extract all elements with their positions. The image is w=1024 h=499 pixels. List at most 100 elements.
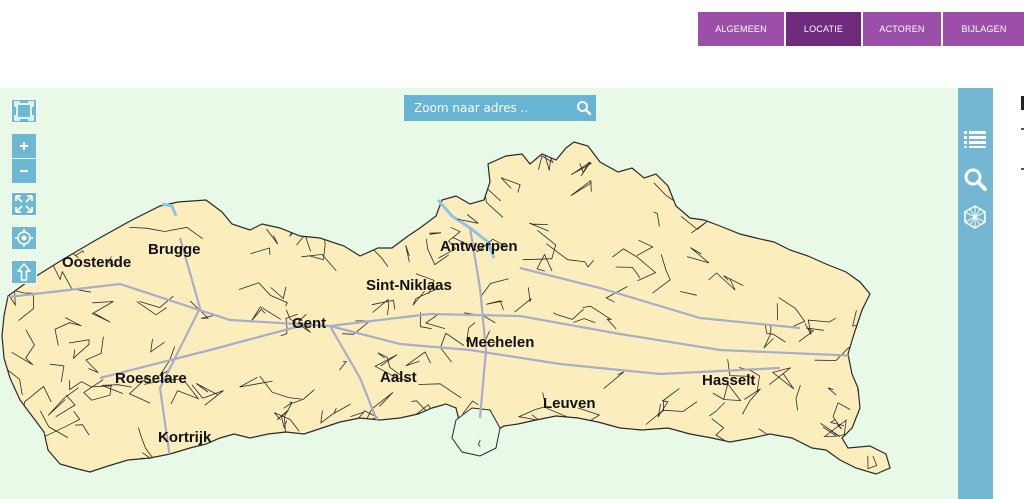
municipality-border bbox=[469, 167, 477, 188]
municipality-border bbox=[521, 461, 558, 474]
municipality-border bbox=[362, 161, 390, 180]
municipality-border bbox=[373, 168, 392, 191]
fullscreen-icon bbox=[14, 101, 34, 121]
city-label-kortrijk: Kortrijk bbox=[158, 429, 212, 446]
municipality-border bbox=[442, 187, 472, 197]
municipality-border bbox=[417, 160, 432, 177]
municipality-border bbox=[137, 142, 163, 149]
municipality-border bbox=[272, 142, 291, 146]
municipality-border bbox=[294, 164, 312, 180]
municipality-border bbox=[822, 142, 848, 153]
municipality-border bbox=[414, 179, 437, 189]
municipality-border bbox=[676, 199, 694, 206]
search-panel-icon[interactable] bbox=[962, 166, 988, 192]
municipality-border bbox=[738, 142, 760, 159]
municipality-border bbox=[512, 142, 532, 148]
municipality-border bbox=[628, 461, 662, 474]
municipality-border bbox=[803, 142, 816, 145]
search-icon[interactable] bbox=[576, 100, 592, 116]
municipality-border bbox=[368, 162, 395, 178]
municipality-border bbox=[627, 434, 656, 452]
municipality-border bbox=[285, 157, 289, 174]
municipality-border bbox=[128, 175, 148, 190]
north-arrow-button[interactable] bbox=[11, 260, 37, 284]
zoom-out-icon bbox=[20, 170, 28, 172]
municipality-border bbox=[385, 167, 406, 174]
city-label-sint-niklaas: Sint-Niklaas bbox=[366, 277, 452, 294]
tab-bijlagen[interactable]: BIJLAGEN bbox=[943, 12, 1024, 46]
top-bar: ALGEMEEN LOCATIE ACTOREN BIJLAGEN bbox=[0, 0, 1024, 88]
municipality-border bbox=[692, 182, 711, 190]
flanders-map[interactable] bbox=[0, 88, 958, 499]
municipality-border bbox=[43, 169, 75, 194]
address-search-input[interactable] bbox=[414, 101, 564, 115]
municipality-border bbox=[327, 215, 351, 231]
municipality-border bbox=[526, 142, 538, 150]
municipality-border bbox=[116, 162, 140, 179]
fullscreen-button[interactable] bbox=[11, 99, 37, 123]
tab-bar: ALGEMEEN LOCATIE ACTOREN BIJLAGEN bbox=[698, 12, 1024, 46]
municipality-border bbox=[154, 160, 178, 176]
address-search bbox=[404, 95, 596, 121]
municipality-border bbox=[97, 198, 120, 221]
municipality-border bbox=[817, 172, 844, 204]
municipality-border bbox=[130, 161, 156, 166]
municipality-border bbox=[112, 188, 132, 197]
municipality-border bbox=[781, 455, 797, 469]
municipality-border bbox=[800, 183, 820, 199]
municipality-border bbox=[36, 219, 61, 237]
municipality-border bbox=[2, 142, 13, 153]
municipality-border bbox=[31, 463, 68, 474]
municipality-border bbox=[216, 142, 238, 157]
municipality-border bbox=[112, 146, 126, 164]
municipality-border bbox=[831, 230, 850, 258]
municipality-border bbox=[834, 185, 857, 220]
city-label-leuven: Leuven bbox=[543, 395, 596, 412]
municipality-border bbox=[508, 452, 543, 470]
map-view[interactable]: Oostende Brugge Antwerpen Sint-Niklaas G… bbox=[0, 88, 958, 499]
municipality-border bbox=[819, 142, 842, 150]
municipality-border bbox=[586, 124, 594, 139]
zoom-out-button[interactable] bbox=[12, 159, 36, 183]
municipality-border bbox=[685, 442, 709, 467]
municipality-border bbox=[495, 459, 518, 474]
tab-algemeen[interactable]: ALGEMEEN bbox=[698, 12, 784, 46]
zoom-in-button[interactable] bbox=[12, 134, 36, 158]
municipality-border bbox=[47, 142, 67, 158]
zoom-to-extent-button[interactable] bbox=[11, 192, 37, 216]
municipality-border bbox=[130, 457, 150, 474]
municipality-border bbox=[757, 164, 772, 180]
municipality-border bbox=[394, 199, 405, 221]
zoom-to-extent-icon bbox=[15, 195, 33, 213]
municipality-border bbox=[613, 142, 648, 151]
locate-me-button[interactable] bbox=[11, 226, 37, 250]
municipality-border bbox=[341, 458, 360, 474]
city-label-oostende: Oostende bbox=[62, 254, 132, 271]
municipality-border bbox=[333, 142, 363, 158]
municipality-border bbox=[866, 350, 881, 363]
municipality-border bbox=[760, 153, 795, 180]
municipality-border bbox=[289, 212, 330, 237]
zoom-in-icon bbox=[20, 142, 28, 150]
municipality-border bbox=[526, 439, 562, 456]
municipality-border bbox=[840, 188, 861, 203]
municipality-border bbox=[359, 420, 397, 446]
municipality-border bbox=[387, 456, 396, 465]
municipality-border bbox=[42, 473, 59, 474]
municipality-border bbox=[244, 437, 264, 468]
municipality-border bbox=[244, 455, 285, 472]
side-panel bbox=[958, 88, 993, 499]
tab-locatie[interactable]: LOCATIE bbox=[786, 12, 861, 46]
municipality-border bbox=[524, 424, 544, 441]
municipality-border bbox=[150, 163, 185, 179]
city-label-brugge: Brugge bbox=[148, 241, 201, 258]
municipality-border bbox=[791, 186, 848, 219]
tab-actoren[interactable]: ACTOREN bbox=[863, 12, 941, 46]
municipality-border bbox=[195, 154, 213, 157]
layers-list-icon[interactable] bbox=[962, 126, 988, 152]
draw-polygon-icon[interactable] bbox=[962, 204, 988, 230]
locate-me-icon bbox=[15, 229, 33, 247]
municipality-border bbox=[729, 456, 758, 468]
city-label-gent: Gent bbox=[292, 315, 327, 332]
municipality-border bbox=[794, 164, 831, 189]
